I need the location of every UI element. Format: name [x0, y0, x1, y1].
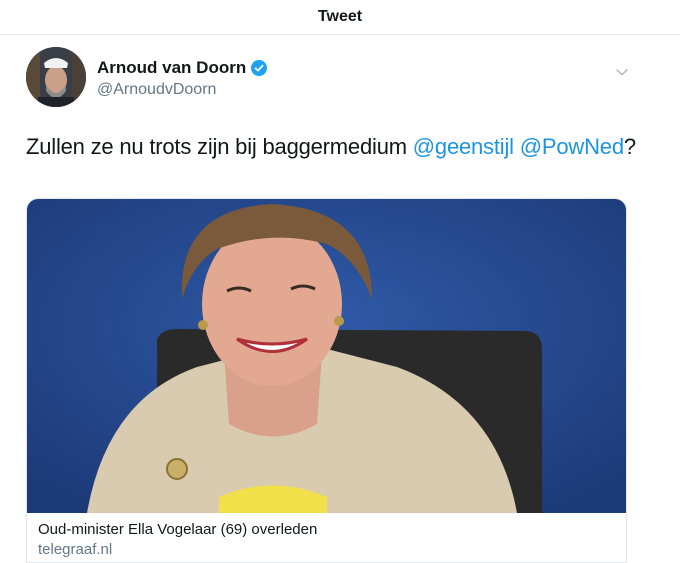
card-domain: telegraaf.nl [38, 541, 113, 558]
mention-link-geenstijl[interactable]: @geenstijl [413, 134, 514, 159]
card-title[interactable]: Oud-minister Ella Vogelaar (69) overlede… [38, 521, 317, 538]
news-photo-image[interactable] [27, 199, 626, 513]
tweet-author: Arnoud van Doorn @ArnoudvDoorn [26, 47, 656, 109]
chevron-down-icon[interactable] [615, 64, 629, 76]
page-title: Tweet [317, 8, 363, 25]
tweet-text-prefix: Zullen ze nu trots zijn bij baggermedium [26, 134, 413, 159]
mention-link-powned[interactable]: @PowNed [520, 134, 624, 159]
top-bar: Tweet [0, 0, 680, 35]
avatar[interactable] [26, 47, 86, 107]
tweet-text: Zullen ze nu trots zijn bij baggermedium… [26, 134, 656, 160]
tweet-text-suffix: ? [623, 134, 636, 159]
link-card[interactable]: Oud-minister Ella Vogelaar (69) overlede… [26, 198, 627, 563]
author-handle[interactable]: @ArnoudvDoorn [97, 81, 216, 99]
author-display-name[interactable]: Arnoud van Doorn [97, 58, 268, 78]
author-name-text[interactable]: Arnoud van Doorn [97, 58, 246, 78]
verified-badge-icon [251, 60, 268, 76]
